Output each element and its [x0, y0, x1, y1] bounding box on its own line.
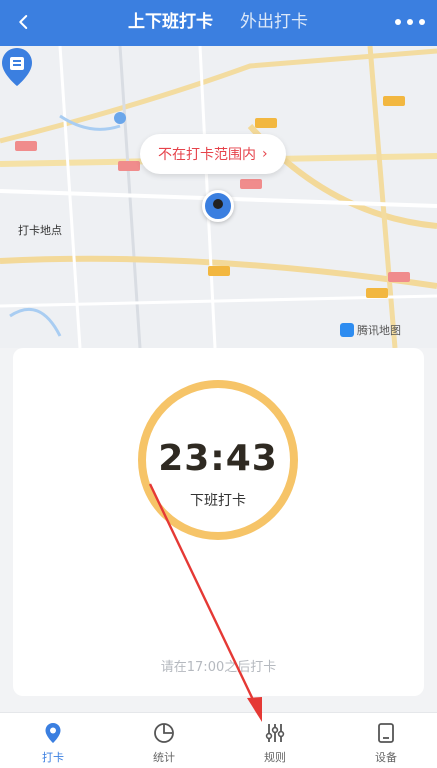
tabbar-item-rules[interactable]: 规则 [245, 721, 305, 765]
map-provider-logo: 腾讯地图 [340, 322, 401, 338]
sliders-icon [265, 724, 285, 742]
tabbar-label: 规则 [264, 751, 286, 764]
clock-in-button[interactable]: 23:43 下班打卡 [138, 380, 298, 540]
location-pin-icon [45, 723, 61, 743]
pin-label: 打卡地点 [18, 224, 62, 237]
clock-chart-icon [154, 723, 174, 743]
current-location-marker [202, 190, 234, 222]
tabbar-item-clock-in[interactable]: 打卡 [23, 721, 83, 765]
clock-in-location-pin-icon[interactable] [0, 46, 34, 88]
chevron-left-icon [19, 15, 28, 29]
clock-in-hint: 请在17:00之后打卡 [160, 660, 277, 675]
tabbar-label: 打卡 [42, 751, 64, 764]
out-of-range-banner[interactable]: 不在打卡范围内 › [140, 134, 286, 174]
more-dot-icon [407, 19, 413, 25]
tabbar-item-statistics[interactable]: 统计 [134, 721, 194, 765]
tab-commute-clock-in[interactable]: 上下班打卡 [128, 12, 213, 32]
range-status-text: 不在打卡范围内 [158, 147, 256, 163]
map-provider-name: 腾讯地图 [357, 324, 401, 337]
current-time: 23:43 [158, 438, 278, 479]
more-dot-icon [419, 19, 425, 25]
more-dot-icon [395, 19, 401, 25]
tab-outing-clock-in[interactable]: 外出打卡 [240, 12, 308, 32]
tabbar-item-device[interactable]: 设备 [356, 721, 416, 765]
map-logo-icon [340, 323, 354, 337]
top-bar: 上下班打卡 外出打卡 [0, 0, 437, 46]
clock-in-card: 23:43 下班打卡 请在17:00之后打卡 [13, 348, 424, 696]
more-options-button[interactable] [395, 10, 425, 34]
back-button[interactable] [10, 8, 38, 36]
tabbar-label: 统计 [153, 751, 175, 764]
bottom-tab-bar: 打卡 统计 规则 设备 [0, 712, 437, 768]
device-icon [378, 723, 394, 743]
location-map[interactable]: 不在打卡范围内 › 打卡地点 腾讯地图 [0, 46, 437, 348]
chevron-right-icon: › [262, 146, 268, 162]
clock-action-label: 下班打卡 [190, 493, 246, 509]
tabbar-label: 设备 [375, 751, 397, 764]
